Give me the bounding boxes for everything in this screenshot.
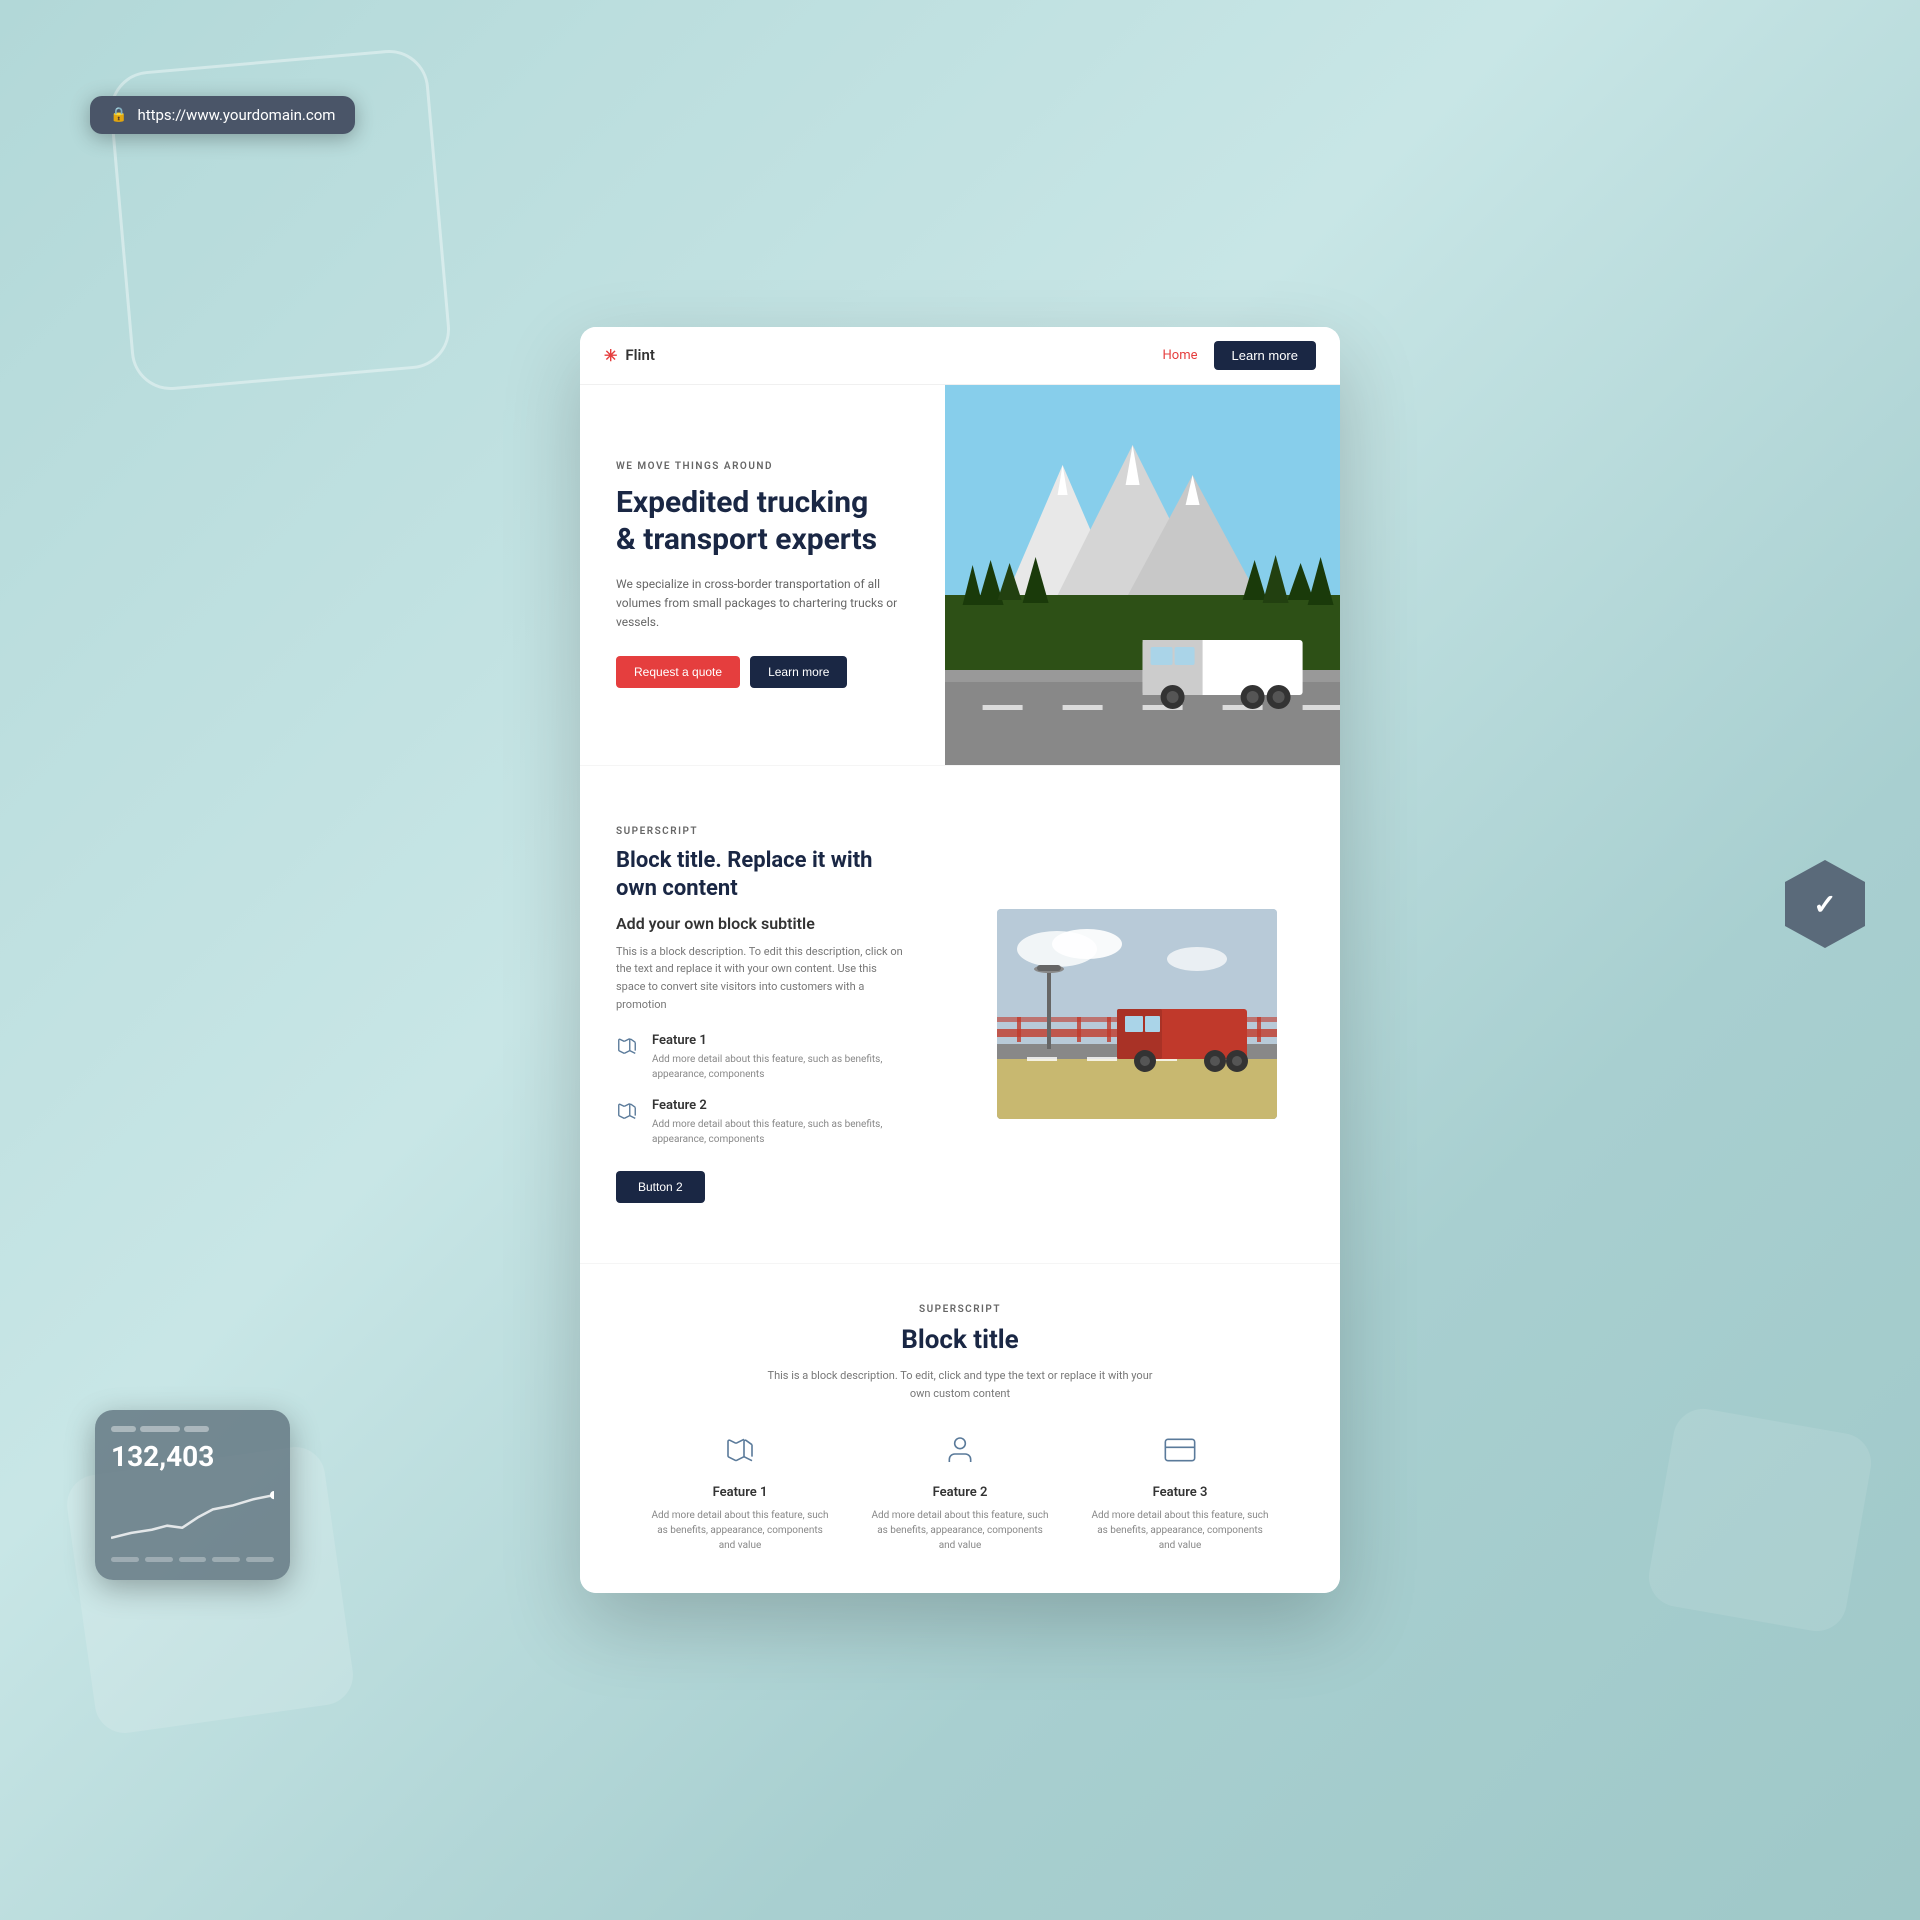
feature-2-desc: Add more detail about this feature, such… <box>652 1117 909 1147</box>
hero-buttons: Request a quote Learn more <box>616 656 909 688</box>
url-text: https://www.yourdomain.com <box>137 106 335 124</box>
feature-1-item: Feature 1 Add more detail about this fea… <box>616 1033 909 1082</box>
stats-bottom-bar-3 <box>179 1557 207 1562</box>
feature-col-3-title: Feature 3 <box>1090 1485 1270 1500</box>
stats-bottom-bar-1 <box>111 1557 139 1562</box>
stats-chart <box>111 1485 274 1545</box>
request-quote-button[interactable]: Request a quote <box>616 656 740 688</box>
stats-bar-1 <box>111 1426 136 1432</box>
features-grid: Feature 1 Add more detail about this fea… <box>610 1434 1310 1553</box>
hero-section: WE MOVE THINGS AROUND Expedited trucking… <box>580 385 1340 765</box>
stats-bar-3 <box>184 1426 209 1432</box>
features-superscript: SUPERSCRIPT <box>610 1304 1310 1315</box>
block-left: SUPERSCRIPT Block title. Replace it with… <box>580 806 945 1224</box>
hero-superscript: WE MOVE THINGS AROUND <box>616 461 909 472</box>
feature-col-1: Feature 1 Add more detail about this fea… <box>650 1434 830 1553</box>
feature-2-icon <box>616 1100 638 1147</box>
url-bar[interactable]: 🔒 https://www.yourdomain.com <box>90 96 355 134</box>
stats-bar-2 <box>140 1426 180 1432</box>
website-content: ✳ Flint Home Learn more WE MOVE THINGS A… <box>580 327 1340 1594</box>
block-image <box>997 909 1277 1119</box>
block-button[interactable]: Button 2 <box>616 1171 705 1203</box>
feature-col-3: Feature 3 Add more detail about this fea… <box>1090 1434 1270 1553</box>
stats-bottom-bar-4 <box>212 1557 240 1562</box>
stats-card: 132,403 <box>95 1410 290 1580</box>
stats-bottom-bar-5 <box>246 1557 274 1562</box>
feature-col-2-desc: Add more detail about this feature, such… <box>870 1508 1050 1553</box>
block-title: Block title. Replace it with own content <box>616 847 909 904</box>
feature-col-1-desc: Add more detail about this feature, such… <box>650 1508 830 1553</box>
feature-2-title: Feature 2 <box>652 1098 909 1113</box>
hero-description: We specialize in cross-border transporta… <box>616 575 909 633</box>
hero-title: Expedited trucking & transport experts <box>616 484 909 559</box>
block-superscript: SUPERSCRIPT <box>616 826 909 837</box>
block-section: SUPERSCRIPT Block title. Replace it with… <box>580 765 1340 1264</box>
hero-right <box>945 385 1340 765</box>
stats-bottom-bar-2 <box>145 1557 173 1562</box>
check-icon: ✓ <box>1813 888 1836 921</box>
lock-icon: 🔒 <box>110 107 127 123</box>
nav-brand: ✳ Flint <box>604 346 655 365</box>
security-badge: ✓ <box>1785 860 1865 948</box>
block-subtitle: Add your own block subtitle <box>616 914 909 933</box>
nav-home-link[interactable]: Home <box>1163 348 1198 363</box>
feature-2-content: Feature 2 Add more detail about this fea… <box>652 1098 909 1147</box>
hero-scene-svg <box>945 385 1340 765</box>
bg-decoration-3 <box>1644 1404 1876 1636</box>
feature-col-2-title: Feature 2 <box>870 1485 1050 1500</box>
stats-bar-row <box>111 1426 274 1432</box>
feature-col-2-icon <box>870 1434 1050 1473</box>
brand-name: Flint <box>625 346 654 364</box>
features-section: SUPERSCRIPT Block title This is a block … <box>580 1263 1340 1593</box>
block-right <box>945 806 1340 1224</box>
feature-col-3-desc: Add more detail about this feature, such… <box>1090 1508 1270 1553</box>
hero-left: WE MOVE THINGS AROUND Expedited trucking… <box>580 385 945 765</box>
feature-col-3-icon <box>1090 1434 1270 1473</box>
browser-window: ✳ Flint Home Learn more WE MOVE THINGS A… <box>580 327 1340 1594</box>
features-section-title: Block title <box>610 1325 1310 1355</box>
nav-links: Home Learn more <box>1163 341 1316 370</box>
feature-col-1-title: Feature 1 <box>650 1485 830 1500</box>
site-nav: ✳ Flint Home Learn more <box>580 327 1340 385</box>
feature-1-title: Feature 1 <box>652 1033 909 1048</box>
block-scene-svg <box>997 909 1277 1119</box>
stats-bottom-bars <box>111 1557 274 1562</box>
feature-col-2: Feature 2 Add more detail about this fea… <box>870 1434 1050 1553</box>
feature-2-item: Feature 2 Add more detail about this fea… <box>616 1098 909 1147</box>
feature-1-icon <box>616 1035 638 1082</box>
stats-number: 132,403 <box>111 1440 274 1473</box>
block-description: This is a block description. To edit thi… <box>616 943 909 1013</box>
feature-1-content: Feature 1 Add more detail about this fea… <box>652 1033 909 1082</box>
hero-learn-more-button[interactable]: Learn more <box>750 656 847 688</box>
features-section-description: This is a block description. To edit, cl… <box>760 1367 1160 1402</box>
nav-learn-more-button[interactable]: Learn more <box>1214 341 1316 370</box>
feature-1-desc: Add more detail about this feature, such… <box>652 1052 909 1082</box>
hero-image <box>945 385 1340 765</box>
brand-icon: ✳ <box>604 346 617 365</box>
feature-col-1-icon <box>650 1434 830 1473</box>
